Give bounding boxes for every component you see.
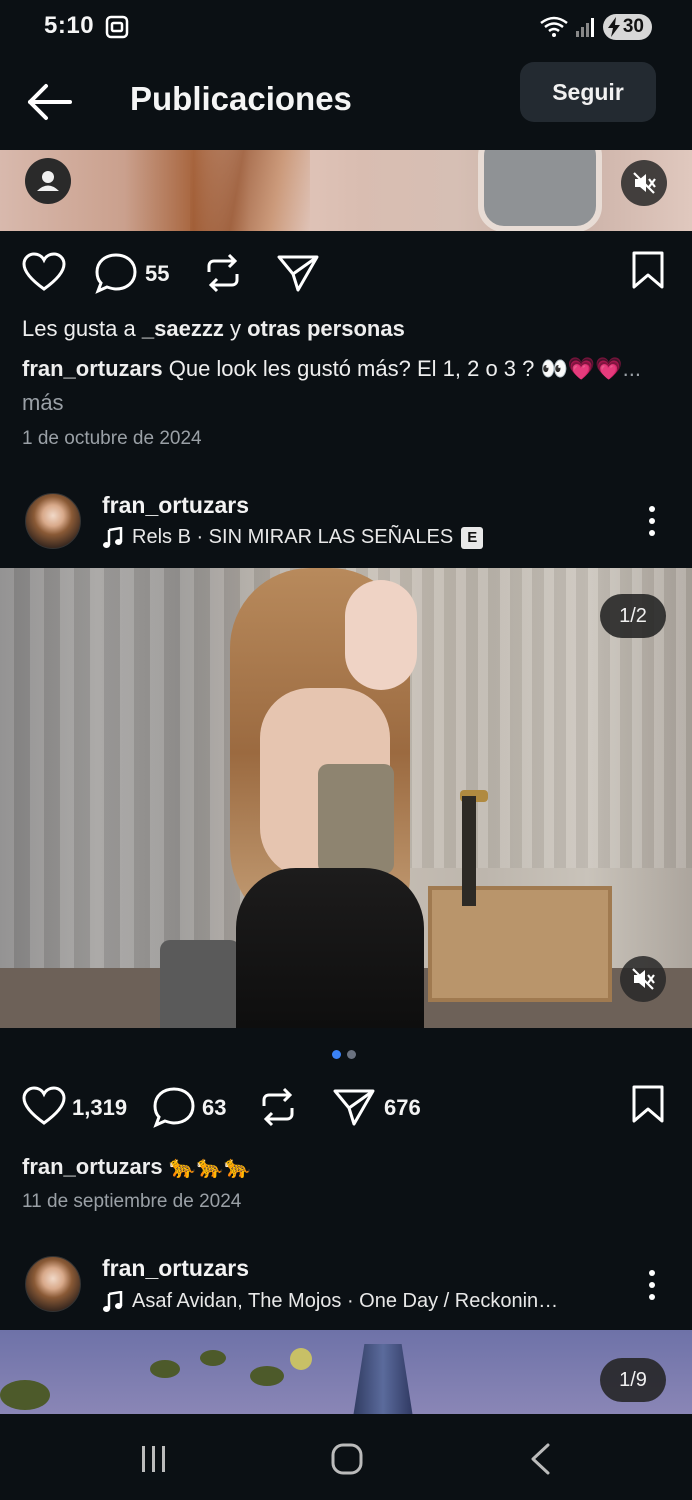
recent-apps-icon (142, 1446, 165, 1472)
page-title: Publicaciones (130, 80, 352, 117)
status-icons: 30 (539, 14, 652, 40)
carousel-dots (332, 1050, 356, 1059)
send-icon (277, 255, 319, 292)
likes-prefix: Les gusta a (22, 316, 136, 341)
like-button[interactable] (22, 252, 66, 292)
like-count[interactable]: 1,319 (72, 1095, 127, 1121)
comment-button[interactable] (94, 252, 138, 294)
post-date: 1 de octubre de 2024 (22, 428, 202, 449)
share-count: 676 (384, 1095, 421, 1120)
post-options-button[interactable] (640, 504, 664, 538)
likes-mid: y (229, 316, 241, 341)
post-caption: fran_ortuzars Que look les gustó más? El… (22, 352, 672, 420)
repost-button[interactable] (203, 252, 243, 294)
caption-author[interactable]: fran_ortuzars (22, 356, 163, 381)
send-button[interactable] (276, 252, 320, 294)
comment-count: 55 (145, 261, 170, 286)
home-button[interactable] (330, 1442, 364, 1476)
post-music[interactable]: Asaf Avidan, The Mojos · One Day / Recko… (102, 1290, 558, 1313)
author-avatar[interactable] (25, 1256, 81, 1312)
back-arrow-icon (28, 84, 72, 120)
music-note-icon (102, 1290, 124, 1313)
author-avatar[interactable] (25, 493, 81, 549)
music-note-icon (102, 526, 124, 549)
post-music[interactable]: Rels B · SIN MIRAR LAS SEÑALES E (102, 526, 484, 549)
music-title: Asaf Avidan, The Mojos · One Day / Recko… (132, 1290, 559, 1312)
music-title: Rels B · SIN MIRAR LAS SEÑALES (132, 526, 454, 548)
carousel-counter: 1/9 (600, 1358, 666, 1402)
bookmark-icon (632, 1085, 664, 1123)
mute-icon (633, 172, 656, 194)
carousel-dot (347, 1050, 356, 1059)
heart-icon (22, 252, 66, 291)
likes-summary[interactable]: Les gusta a _saezzz y otras personas (22, 316, 405, 342)
post-caption: fran_ortuzars 🐆🐆🐆 (22, 1150, 672, 1184)
carousel-dot-active (332, 1050, 341, 1059)
wifi-icon (539, 16, 569, 38)
comment-count: 63 (202, 1095, 227, 1120)
mute-button[interactable] (621, 160, 667, 206)
caption-author[interactable]: fran_ortuzars (22, 1154, 163, 1179)
charging-icon (607, 17, 621, 37)
repost-icon (262, 1087, 294, 1127)
recent-apps-button[interactable] (138, 1444, 170, 1474)
user-icon (37, 171, 59, 191)
comment-button[interactable] (152, 1086, 196, 1128)
heart-icon (22, 1086, 66, 1125)
screen-record-icon (104, 14, 130, 40)
explicit-badge: E (461, 526, 484, 549)
caption-text: Que look les gustó más? El 1, 2 o 3 ? 👀💗… (168, 356, 623, 381)
repost-icon (207, 253, 239, 293)
system-back-button[interactable] (528, 1442, 552, 1476)
battery-indicator: 30 (602, 14, 652, 40)
mute-button[interactable] (620, 956, 666, 1002)
save-button[interactable] (630, 1084, 666, 1124)
home-icon (331, 1443, 363, 1475)
mute-icon (632, 968, 655, 990)
comment-icon (95, 253, 137, 294)
post-author[interactable]: fran_ortuzars (102, 492, 249, 519)
save-button[interactable] (630, 250, 666, 290)
carousel-counter: 1/2 (600, 594, 666, 638)
post-image[interactable] (0, 568, 692, 1028)
tagged-user-button[interactable] (25, 158, 71, 204)
send-button[interactable] (332, 1086, 376, 1128)
status-time: 5:10 (44, 12, 95, 39)
likes-others[interactable]: otras personas (247, 316, 405, 341)
post-author[interactable]: fran_ortuzars (102, 1255, 249, 1282)
caption-text: 🐆🐆🐆 (168, 1154, 251, 1179)
more-vert-icon (649, 506, 655, 536)
signal-icon (575, 16, 597, 38)
send-icon (333, 1089, 375, 1126)
post-options-button[interactable] (640, 1268, 664, 1302)
liker-username[interactable]: _saezzz (142, 316, 224, 341)
like-button[interactable] (22, 1086, 66, 1126)
follow-button[interactable]: Seguir (520, 62, 656, 122)
battery-level: 30 (622, 16, 644, 37)
more-vert-icon (649, 1270, 655, 1300)
repost-button[interactable] (258, 1086, 298, 1128)
chevron-left-icon (531, 1443, 550, 1475)
post-date: 11 de septiembre de 2024 (22, 1191, 242, 1212)
comment-icon (153, 1087, 195, 1128)
system-navigation-bar (0, 1414, 692, 1500)
back-button[interactable] (26, 82, 76, 122)
post-media-previous[interactable] (0, 150, 692, 231)
bookmark-icon (632, 251, 664, 289)
post-image[interactable] (0, 1330, 692, 1414)
